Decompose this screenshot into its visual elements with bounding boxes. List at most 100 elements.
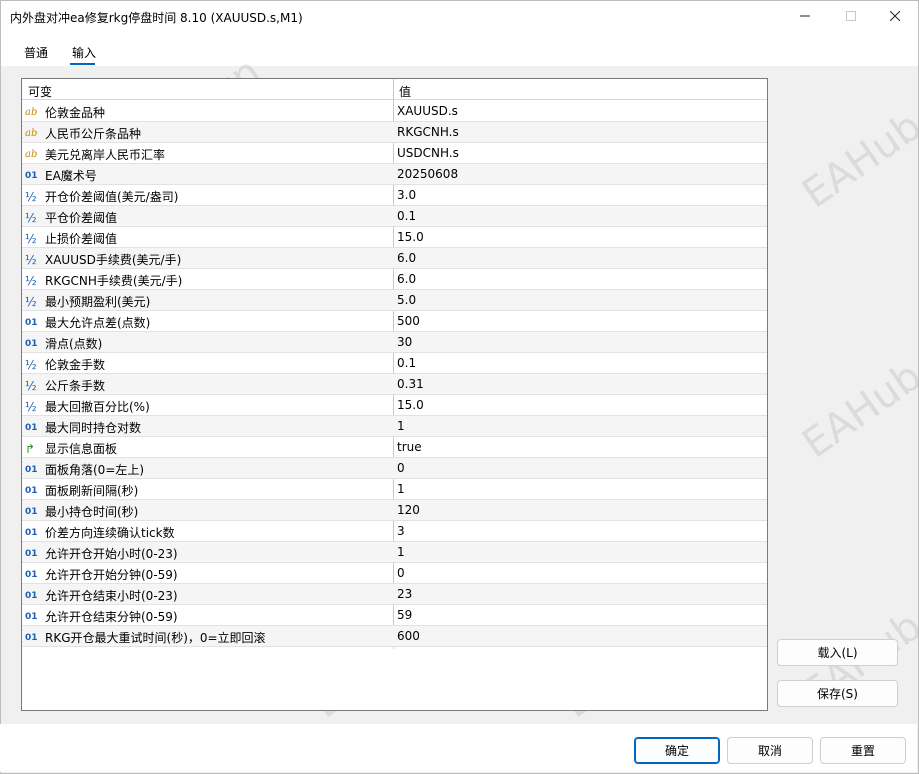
parameter-value[interactable]: 120: [397, 503, 420, 517]
table-row[interactable]: ½ 最大回撤百分比(%) 15.0: [22, 395, 767, 416]
parameter-name-cell: 01 面板刷新间隔(秒): [25, 482, 390, 499]
table-row[interactable]: ½ RKGCNH手续费(美元/手) 6.0: [22, 269, 767, 290]
tab-inputs[interactable]: 输入: [72, 44, 96, 61]
parameter-name-cell: ↱ 显示信息面板: [25, 440, 390, 457]
table-row[interactable]: 01 价差方向连续确认tick数 3: [22, 521, 767, 542]
parameter-name-cell: ½ 伦敦金手数: [25, 356, 390, 373]
parameter-name: 最大允许点差(点数): [45, 316, 151, 330]
parameter-value[interactable]: true: [397, 440, 422, 454]
parameter-value[interactable]: 30: [397, 335, 412, 349]
parameter-value[interactable]: USDCNH.s: [397, 146, 459, 160]
table-row[interactable]: ½ 最小预期盈利(美元) 5.0: [22, 290, 767, 311]
parameter-value[interactable]: 600: [397, 629, 420, 643]
table-row[interactable]: 01 允许开仓结束分钟(0-59) 59: [22, 605, 767, 626]
parameter-name: 最大同时持仓对数: [45, 421, 142, 435]
string-type-icon: ab: [25, 128, 38, 139]
parameter-value[interactable]: 59: [397, 608, 412, 622]
table-row[interactable]: 01 允许开仓结束小时(0-23) 23: [22, 584, 767, 605]
parameter-value[interactable]: 0: [397, 461, 405, 475]
column-header-value[interactable]: 值: [399, 83, 411, 100]
table-row[interactable]: ½ 止损价差阈值 15.0: [22, 227, 767, 248]
parameter-name: 价差方向连续确认tick数: [45, 526, 175, 540]
parameter-value[interactable]: 3: [397, 524, 405, 538]
integer-type-icon: 01: [25, 338, 38, 349]
table-row[interactable]: 01 面板角落(0=左上) 0: [22, 458, 767, 479]
table-row[interactable]: ↱ 显示信息面板 true: [22, 437, 767, 458]
maximize-button[interactable]: [828, 1, 874, 33]
parameter-value[interactable]: 0.1: [397, 209, 416, 223]
tab-bar: 普通 输入: [1, 33, 918, 66]
parameter-name: 允许开仓结束小时(0-23): [45, 589, 178, 603]
parameter-name-cell: ½ 最小预期盈利(美元): [25, 293, 390, 310]
parameter-value[interactable]: 500: [397, 314, 420, 328]
column-header-variable[interactable]: 可变: [28, 83, 52, 100]
load-button[interactable]: 载入(L): [777, 639, 898, 666]
string-type-icon: ab: [25, 107, 38, 118]
parameter-value[interactable]: RKGCNH.s: [397, 125, 459, 139]
integer-type-icon: 01: [25, 527, 38, 538]
minimize-button[interactable]: [782, 1, 828, 33]
parameter-value[interactable]: 1: [397, 482, 405, 496]
table-row[interactable]: 01 允许开仓开始小时(0-23) 1: [22, 542, 767, 563]
parameter-value[interactable]: 6.0: [397, 251, 416, 265]
table-row[interactable]: 01 最大允许点差(点数) 500: [22, 311, 767, 332]
table-row[interactable]: 01 允许开仓开始分钟(0-59) 0: [22, 563, 767, 584]
parameter-value[interactable]: 1: [397, 545, 405, 559]
parameter-value[interactable]: 0.31: [397, 377, 424, 391]
table-row[interactable]: ab 人民币公斤条品种 RKGCNH.s: [22, 122, 767, 143]
table-row[interactable]: 01 最大同时持仓对数 1: [22, 416, 767, 437]
parameter-name-cell: 01 滑点(点数): [25, 335, 390, 352]
minimize-icon: [800, 10, 810, 24]
parameter-name: 公斤条手数: [45, 379, 106, 393]
parameter-name-cell: 01 最大允许点差(点数): [25, 314, 390, 331]
table-row[interactable]: 01 最小持仓时间(秒) 120: [22, 500, 767, 521]
parameter-name: 允许开仓开始分钟(0-59): [45, 568, 178, 582]
reset-button[interactable]: 重置: [820, 737, 906, 764]
parameter-name: 伦敦金品种: [45, 106, 106, 120]
parameter-value[interactable]: 3.0: [397, 188, 416, 202]
table-row[interactable]: ½ XAUUSD手续费(美元/手) 6.0: [22, 248, 767, 269]
parameter-name: 滑点(点数): [45, 337, 103, 351]
double-type-icon: ½: [25, 231, 37, 246]
maximize-icon: [846, 10, 856, 24]
parameter-name-cell: ½ XAUUSD手续费(美元/手): [25, 251, 390, 268]
table-row[interactable]: 01 EA魔术号 20250608: [22, 164, 767, 185]
table-header: 可变 值: [22, 79, 767, 100]
table-row[interactable]: ½ 公斤条手数 0.31: [22, 374, 767, 395]
parameter-value[interactable]: 5.0: [397, 293, 416, 307]
title-bar[interactable]: 内外盘对冲ea修复rkg停盘时间 8.10 (XAUUSD.s,M1): [1, 1, 918, 33]
double-type-icon: ½: [25, 252, 37, 267]
table-row[interactable]: ½ 开仓价差阈值(美元/盎司) 3.0: [22, 185, 767, 206]
parameter-value[interactable]: 23: [397, 587, 412, 601]
ok-button[interactable]: 确定: [634, 737, 720, 764]
integer-type-icon: 01: [25, 569, 38, 580]
cancel-button[interactable]: 取消: [727, 737, 813, 764]
parameter-name: 人民币公斤条品种: [45, 127, 142, 141]
parameter-value[interactable]: 0.1: [397, 356, 416, 370]
parameter-value[interactable]: 6.0: [397, 272, 416, 286]
tab-common[interactable]: 普通: [24, 44, 48, 61]
parameter-name-cell: 01 面板角落(0=左上): [25, 461, 390, 478]
table-row[interactable]: ½ 平仓价差阈值 0.1: [22, 206, 767, 227]
table-row[interactable]: ab 美元兑离岸人民币汇率 USDCNH.s: [22, 143, 767, 164]
close-button[interactable]: [872, 1, 918, 33]
save-button[interactable]: 保存(S): [777, 680, 898, 707]
table-row[interactable]: 01 滑点(点数) 30: [22, 332, 767, 353]
parameter-value[interactable]: 1: [397, 419, 405, 433]
parameter-value[interactable]: 15.0: [397, 398, 424, 412]
table-row[interactable]: 01 面板刷新间隔(秒) 1: [22, 479, 767, 500]
parameter-value[interactable]: 20250608: [397, 167, 458, 181]
parameter-value[interactable]: 15.0: [397, 230, 424, 244]
parameter-name-cell: ab 人民币公斤条品种: [25, 125, 390, 142]
parameter-value[interactable]: XAUUSD.s: [397, 104, 458, 118]
parameter-name-cell: 01 最小持仓时间(秒): [25, 503, 390, 520]
table-row[interactable]: 01 RKG开仓最大重试时间(秒)，0=立即回滚 600: [22, 626, 767, 647]
table-row[interactable]: ½ 伦敦金手数 0.1: [22, 353, 767, 374]
parameter-value[interactable]: 0: [397, 566, 405, 580]
table-row[interactable]: ab 伦敦金品种 XAUUSD.s: [22, 101, 767, 122]
integer-type-icon: 01: [25, 590, 38, 601]
parameter-name: 最大回撤百分比(%): [45, 400, 150, 414]
parameter-name-cell: ½ 公斤条手数: [25, 377, 390, 394]
active-tab-indicator: [70, 63, 95, 65]
parameter-name-cell: ½ 最大回撤百分比(%): [25, 398, 390, 415]
